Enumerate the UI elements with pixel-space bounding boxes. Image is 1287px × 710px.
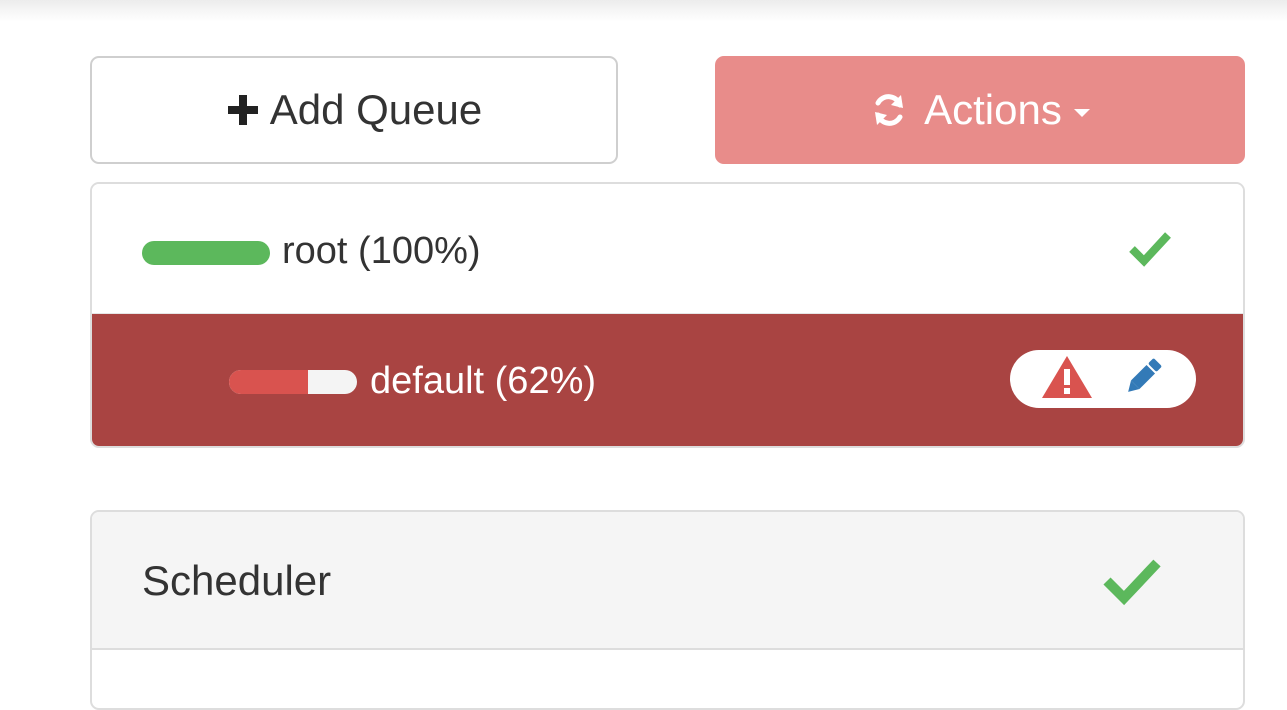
queue-row-default[interactable]: default (62%) (92, 314, 1243, 446)
actions-label: Actions (924, 86, 1062, 133)
check-icon (1127, 228, 1173, 273)
check-icon (1101, 554, 1163, 611)
scheduler-title: Scheduler (142, 557, 332, 604)
top-shadow (0, 0, 1287, 22)
actions-dropdown-button[interactable]: Actions (715, 56, 1245, 164)
scheduler-panel: Scheduler (90, 510, 1245, 710)
add-queue-button[interactable]: Add Queue (90, 56, 618, 164)
scheduler-header[interactable]: Scheduler (92, 512, 1243, 650)
capacity-bar-fill (229, 370, 309, 394)
add-queue-label: Add Queue (269, 86, 483, 133)
refresh-icon (870, 91, 908, 129)
caret-down-icon (1073, 109, 1090, 117)
queue-list-panel: root (100%) default (62%) (90, 182, 1245, 448)
queue-label: default (62%) (370, 360, 597, 402)
capacity-bar (142, 241, 270, 265)
warning-icon (1040, 354, 1094, 405)
capacity-bar-fill (142, 241, 270, 265)
pencil-icon[interactable] (1120, 354, 1166, 405)
queue-status-badge (1010, 350, 1196, 408)
capacity-bar (229, 370, 357, 394)
queue-label: root (100%) (282, 230, 481, 272)
plus-icon (226, 93, 260, 127)
queue-row-root[interactable]: root (100%) (92, 184, 1243, 314)
